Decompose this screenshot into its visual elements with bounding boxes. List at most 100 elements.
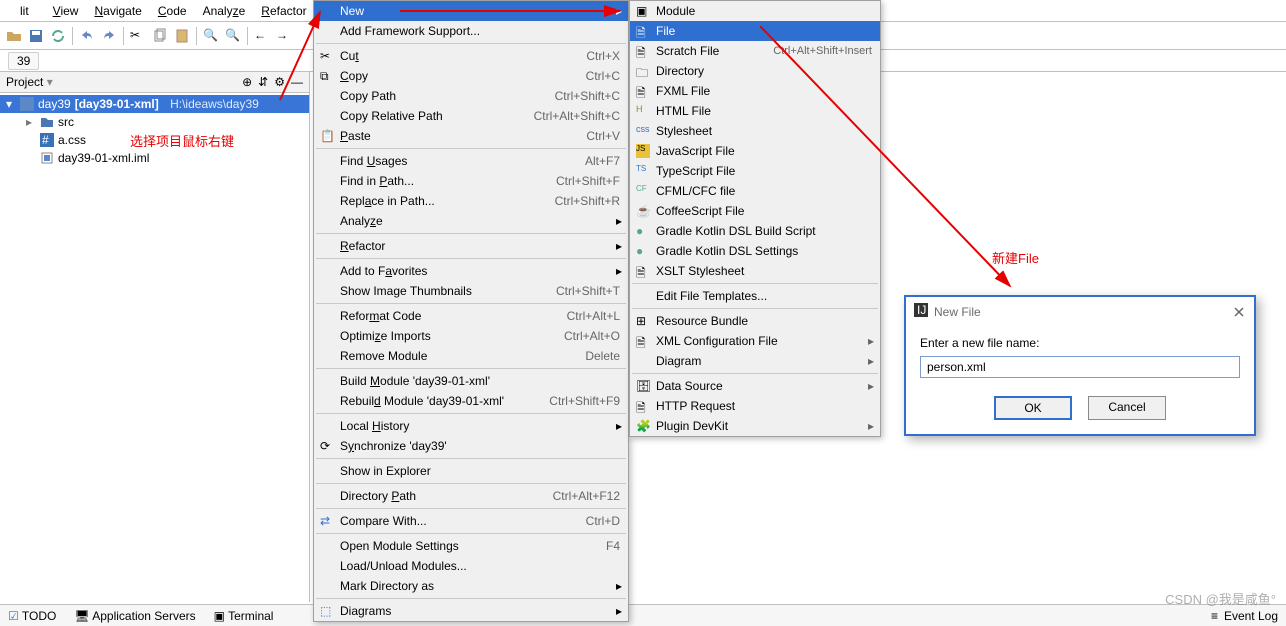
paste-icon[interactable] [174, 28, 190, 44]
ctx-copy-rel-path[interactable]: Copy Relative PathCtrl+Alt+Shift+C [314, 106, 628, 126]
filename-input[interactable] [920, 356, 1240, 378]
bundle-icon: ⊞ [636, 314, 650, 328]
paste-icon: 📋 [320, 129, 334, 143]
ctx-new[interactable]: New▸ [314, 1, 628, 21]
ctx-find-usages[interactable]: Find UsagesAlt+F7 [314, 151, 628, 171]
db-icon: 🗄 [636, 379, 650, 393]
open-icon[interactable] [6, 28, 22, 44]
sub-gradle-build[interactable]: ●Gradle Kotlin DSL Build Script [630, 221, 880, 241]
menu-lit[interactable]: lit [4, 2, 45, 20]
cancel-button[interactable]: Cancel [1088, 396, 1166, 420]
sub-file[interactable]: 🗎File [630, 21, 880, 41]
project-title: Project [6, 75, 43, 89]
xslt-icon: 🗎 [636, 264, 650, 278]
ctx-synchronize[interactable]: ⟳Synchronize 'day39' [314, 436, 628, 456]
sub-directory[interactable]: 🗀Directory [630, 61, 880, 81]
gear-icon[interactable]: ⚙ [274, 75, 285, 89]
aim-icon[interactable]: ⊕ [242, 75, 252, 89]
status-app-servers[interactable]: 🖥 Application Servers [74, 609, 195, 623]
ctx-remove-module[interactable]: Remove ModuleDelete [314, 346, 628, 366]
save-icon[interactable] [28, 28, 44, 44]
replace-icon[interactable]: 🔍 [225, 28, 241, 44]
sub-coffee[interactable]: ☕CoffeeScript File [630, 201, 880, 221]
ctx-add-framework[interactable]: Add Framework Support... [314, 21, 628, 41]
sub-data-source[interactable]: 🗄Data Source▸ [630, 376, 880, 396]
ctx-add-favorites[interactable]: Add to Favorites▸ [314, 261, 628, 281]
ctx-reformat[interactable]: Reformat CodeCtrl+Alt+L [314, 306, 628, 326]
ctx-show-thumbnails[interactable]: Show Image ThumbnailsCtrl+Shift+T [314, 281, 628, 301]
hide-icon[interactable]: — [291, 75, 303, 89]
sub-gradle-settings[interactable]: ●Gradle Kotlin DSL Settings [630, 241, 880, 261]
folder-icon [40, 115, 54, 129]
sub-scratch[interactable]: 🗎Scratch FileCtrl+Alt+Shift+Insert [630, 41, 880, 61]
ctx-refactor[interactable]: Refactor▸ [314, 236, 628, 256]
cut-icon[interactable]: ✂ [130, 28, 146, 44]
sub-plugin-devkit[interactable]: 🧩Plugin DevKit▸ [630, 416, 880, 436]
sub-cfml[interactable]: CFCFML/CFC file [630, 181, 880, 201]
ctx-directory-path[interactable]: Directory PathCtrl+Alt+F12 [314, 486, 628, 506]
ctx-build-module[interactable]: Build Module 'day39-01-xml' [314, 371, 628, 391]
tree-src[interactable]: ▸ src [0, 113, 309, 131]
ctx-paste[interactable]: 📋PasteCtrl+V [314, 126, 628, 146]
ctx-diagrams[interactable]: ⬚Diagrams▸ [314, 601, 628, 621]
ts-icon: TS [636, 164, 650, 178]
menu-view[interactable]: View [45, 2, 87, 20]
sub-ts[interactable]: TSTypeScript File [630, 161, 880, 181]
ok-button[interactable]: OK [994, 396, 1072, 420]
close-icon[interactable] [1232, 305, 1246, 319]
sub-js[interactable]: JSJavaScript File [630, 141, 880, 161]
back-icon[interactable]: ← [254, 28, 270, 44]
http-icon: 🗎 [636, 399, 650, 413]
menu-navigate[interactable]: Navigate [86, 2, 149, 20]
menu-analyze[interactable]: Analyze [195, 2, 254, 20]
status-todo[interactable]: ☑ TODO [8, 609, 56, 623]
tree-iml[interactable]: day39-01-xml.iml [0, 149, 309, 167]
redo-icon[interactable] [101, 28, 117, 44]
ctx-rebuild-module[interactable]: Rebuild Module 'day39-01-xml'Ctrl+Shift+… [314, 391, 628, 411]
sub-html[interactable]: HHTML File [630, 101, 880, 121]
ctx-optimize-imports[interactable]: Optimize ImportsCtrl+Alt+O [314, 326, 628, 346]
sub-xslt[interactable]: 🗎XSLT Stylesheet [630, 261, 880, 281]
sync-icon[interactable] [50, 28, 66, 44]
sub-resource-bundle[interactable]: ⊞Resource Bundle [630, 311, 880, 331]
sub-module[interactable]: ▣Module [630, 1, 880, 21]
css-icon: css [636, 124, 650, 138]
sub-edit-templates[interactable]: Edit File Templates... [630, 286, 880, 306]
ctx-analyze[interactable]: Analyze▸ [314, 211, 628, 231]
sub-fxml[interactable]: 🗎FXML File [630, 81, 880, 101]
copy-icon[interactable] [152, 28, 168, 44]
ctx-load-unload[interactable]: Load/Unload Modules... [314, 556, 628, 576]
sub-http-request[interactable]: 🗎HTTP Request [630, 396, 880, 416]
watermark: CSDN @我是咸鱼° [1165, 589, 1276, 608]
ctx-copy[interactable]: ⧉CopyCtrl+C [314, 66, 628, 86]
menu-code[interactable]: Code [150, 2, 195, 20]
ctx-replace-in-path[interactable]: Replace in Path...Ctrl+Shift+R [314, 191, 628, 211]
status-event-log[interactable]: ≡ Event Log [1211, 609, 1278, 623]
sub-xml-config[interactable]: 🗎XML Configuration File▸ [630, 331, 880, 351]
ctx-mark-directory[interactable]: Mark Directory as▸ [314, 576, 628, 596]
fxml-icon: 🗎 [636, 84, 650, 98]
sub-diagram[interactable]: Diagram▸ [630, 351, 880, 371]
breadcrumb-item[interactable]: 39 [8, 52, 39, 70]
context-menu: New▸ Add Framework Support... ✂CutCtrl+X… [313, 0, 629, 622]
xml-icon: 🗎 [636, 334, 650, 348]
annotation-select-project: 选择项目鼠标右键 [130, 131, 234, 150]
sub-stylesheet[interactable]: cssStylesheet [630, 121, 880, 141]
collapse-icon[interactable]: ⇵ [258, 75, 268, 89]
ctx-cut[interactable]: ✂CutCtrl+X [314, 46, 628, 66]
undo-icon[interactable] [79, 28, 95, 44]
menu-refactor[interactable]: Refactor [253, 2, 314, 20]
cfml-icon: CF [636, 184, 650, 198]
ctx-show-explorer[interactable]: Show in Explorer [314, 461, 628, 481]
ctx-local-history[interactable]: Local History▸ [314, 416, 628, 436]
tree-root[interactable]: ▾ day39 [day39-01-xml] H:\ideaws\day39 [0, 95, 309, 113]
ctx-open-module-settings[interactable]: Open Module SettingsF4 [314, 536, 628, 556]
status-terminal[interactable]: ▣ Terminal [214, 609, 274, 623]
ctx-copy-path[interactable]: Copy PathCtrl+Shift+C [314, 86, 628, 106]
ctx-compare[interactable]: ⇄Compare With...Ctrl+D [314, 511, 628, 531]
coffee-icon: ☕ [636, 204, 650, 218]
ctx-find-in-path[interactable]: Find in Path...Ctrl+Shift+F [314, 171, 628, 191]
forward-icon[interactable]: → [276, 28, 292, 44]
find-icon[interactable]: 🔍 [203, 28, 219, 44]
dialog-label: Enter a new file name: [920, 336, 1240, 350]
